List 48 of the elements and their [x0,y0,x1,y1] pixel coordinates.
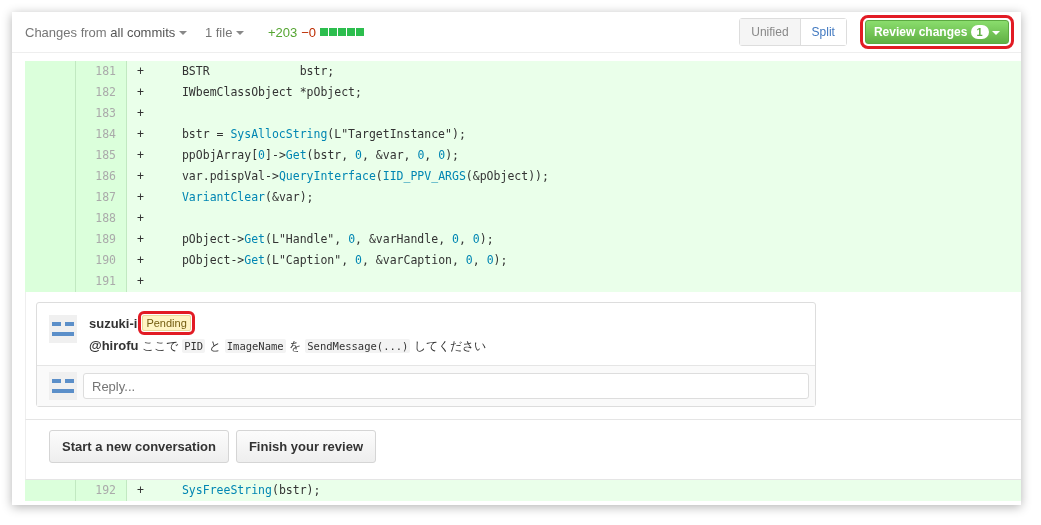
code-line: ppObjArray[0]->Get(bstr, 0, &var, 0, 0); [181,147,459,164]
code-line: BSTR bstr; [181,63,335,80]
diff-sign: + [137,126,144,143]
diff-sign: + [137,84,144,101]
avatar-icon [49,372,77,400]
diff-sign: + [137,231,144,248]
diff-sign: + [137,252,144,269]
avatar-icon [49,315,77,343]
diff-sign: + [137,189,144,206]
additions-count: +203 [268,24,298,40]
line-number: 187 [76,187,127,208]
comment-author[interactable]: suzuki-i [89,315,138,331]
diff-sign: + [137,147,144,164]
line-number: 183 [76,103,127,124]
files-dropdown[interactable]: 1 file [204,24,244,40]
line-number: 189 [76,229,127,250]
code-line: pObject->Get(L"Handle", 0, &varHandle, 0, 0); [181,231,494,248]
line-number-gutter [25,480,76,501]
diff-sign: + [137,210,144,227]
code-line: SysFreeString(bstr); [181,482,321,499]
code-line: pObject->Get(L"Caption", 0, &varCaption, 0, 0); [181,252,508,269]
diff-sign: + [137,105,144,122]
code-line: bstr = SysAllocString(L"TargetInstance"); [181,126,466,143]
line-number-gutter [25,271,76,292]
diff-sign: + [137,482,144,499]
deletions-count: −0 [301,24,317,40]
action-button[interactable]: Finish your review [235,430,377,463]
view-mode-tab[interactable]: Split [799,19,846,45]
line-number: 191 [76,271,127,292]
code-line: VariantClear(&var); [181,189,314,206]
line-number: 192 [76,480,127,501]
line-number: 181 [76,61,127,82]
code-line: IWbemClassObject *pObject; [181,84,362,101]
diff-sign: + [137,168,144,185]
line-number: 186 [76,166,127,187]
comment-text: @hirofu ここで PID と ImageName を SendMessage(...) してください [89,338,487,355]
line-number: 182 [76,82,127,103]
commits-dropdown[interactable]: Changes from all commits [25,24,187,40]
line-number: 184 [76,124,127,145]
line-number: 188 [76,208,127,229]
diff-sign: + [137,63,144,80]
code-line: var.pdispVal->QueryInterface(IID_PPV_ARGS(&pObject)); [181,168,549,185]
reply-field[interactable]: Reply... [83,373,809,399]
line-number-gutter [25,61,76,82]
line-number: 185 [76,145,127,166]
action-button[interactable]: Start a new conversation [49,430,229,463]
diff-sign: + [137,273,144,290]
line-number: 190 [76,250,127,271]
